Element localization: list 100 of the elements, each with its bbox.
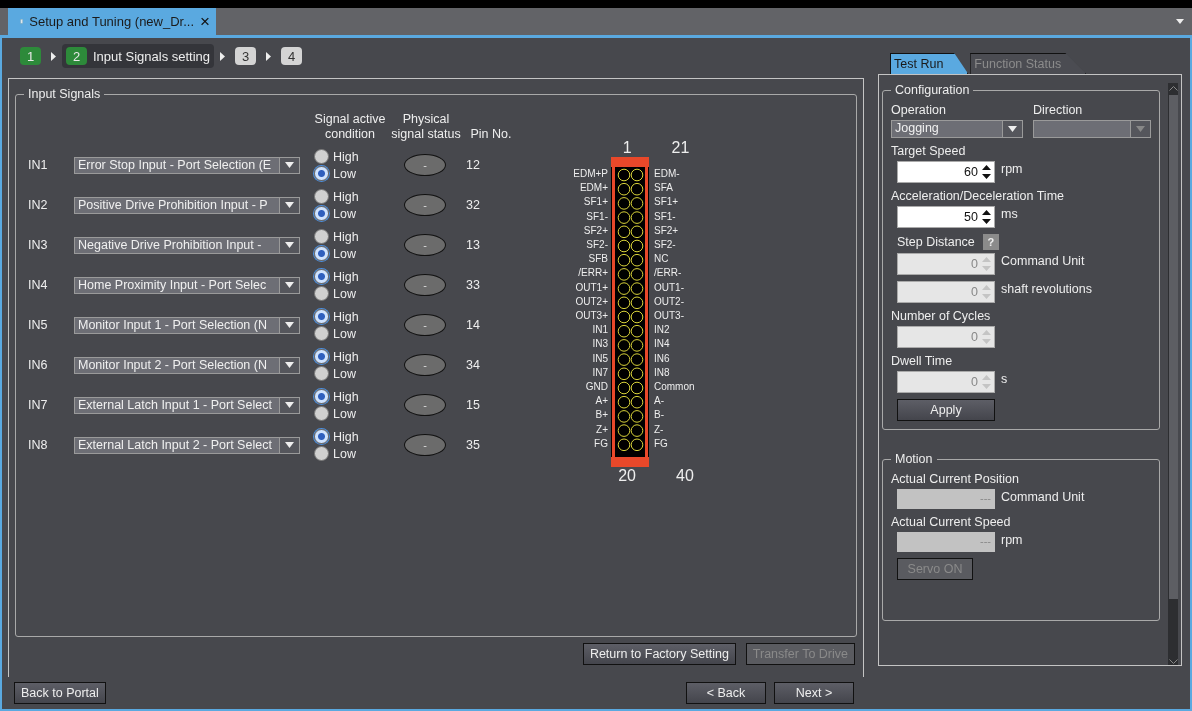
pin-label: IN6 xyxy=(654,351,670,366)
radio-button[interactable] xyxy=(314,429,329,444)
apply-button[interactable]: Apply xyxy=(897,399,995,421)
radio-button[interactable] xyxy=(314,366,329,381)
function-dropdown[interactable]: Monitor Input 1 - Port Selection (N xyxy=(74,316,300,334)
function-dropdown[interactable]: Negative Drive Prohibition Input - xyxy=(74,236,300,254)
radio-button[interactable] xyxy=(314,286,329,301)
unit-label: rpm xyxy=(1001,532,1023,548)
function-dropdown[interactable]: External Latch Input 1 - Port Select xyxy=(74,396,300,414)
step-arrow-icon xyxy=(266,51,272,61)
radio-option[interactable]: Low xyxy=(314,325,359,342)
action-button[interactable]: Return to Factory Setting xyxy=(582,643,736,665)
function-dropdown[interactable]: Error Stop Input - Port Selection (E xyxy=(74,156,300,174)
signal-name: IN6 xyxy=(28,358,48,372)
field-label: Step Distance xyxy=(897,235,975,249)
pin-label: A+ xyxy=(595,394,608,409)
radio-button[interactable] xyxy=(314,246,329,261)
radio-button[interactable] xyxy=(314,206,329,221)
nav-button[interactable]: < Back xyxy=(686,682,766,704)
radio-option[interactable]: High xyxy=(314,308,359,325)
dropdown[interactable]: Jogging xyxy=(891,120,1023,138)
caret-icon[interactable] xyxy=(1176,19,1184,24)
function-dropdown[interactable]: Positive Drive Prohibition Input - P xyxy=(74,196,300,214)
function-dropdown[interactable]: Monitor Input 2 - Port Selection (N xyxy=(74,356,300,374)
back-to-portal-button[interactable]: Back to Portal xyxy=(14,682,106,704)
radio-option[interactable]: Low xyxy=(314,405,359,422)
pin-number: 13 xyxy=(466,238,480,252)
radio-option[interactable]: High xyxy=(314,388,359,405)
document-tab[interactable]: Setup and Tuning (new_Dr... × xyxy=(8,8,216,35)
pin-label: NC xyxy=(654,252,669,267)
step-tab[interactable]: 2 Input Signals setting xyxy=(62,44,215,68)
radio-button[interactable] xyxy=(314,389,329,404)
radio-option[interactable]: High xyxy=(314,188,359,205)
field-label: Acceleration/Deceleration Time xyxy=(891,189,1064,203)
radio-button[interactable] xyxy=(314,189,329,204)
unit-label: ms xyxy=(1001,206,1018,222)
signal-name: IN2 xyxy=(28,198,48,212)
caret-icon xyxy=(285,322,294,328)
radio-option[interactable]: Low xyxy=(314,365,359,382)
unit-label: Command Unit xyxy=(1001,253,1085,269)
caret-icon xyxy=(1136,126,1145,132)
field-label: Actual Current Speed xyxy=(891,515,1012,529)
radio-button[interactable] xyxy=(314,269,329,284)
caret-icon xyxy=(285,282,294,288)
chevron-down-icon[interactable] xyxy=(1168,659,1178,665)
radio-option[interactable]: High xyxy=(314,228,359,245)
pin-label: Common xyxy=(654,380,695,395)
pin-label: OUT1+ xyxy=(575,280,608,295)
pin-label: SF2+ xyxy=(654,223,679,238)
field-label: Direction xyxy=(1033,103,1084,117)
radio-button[interactable] xyxy=(314,326,329,341)
pin-label: OUT2- xyxy=(654,294,684,309)
pin-label: SF2+ xyxy=(583,223,608,238)
radio-option[interactable]: Low xyxy=(314,165,359,182)
pin-label: SF1- xyxy=(654,209,676,224)
step-title: Input Signals setting xyxy=(93,48,211,64)
radio-button[interactable] xyxy=(314,309,329,324)
pin-label: EDM+P xyxy=(573,167,608,181)
radio-option[interactable]: Low xyxy=(314,245,359,262)
radio-button[interactable] xyxy=(314,149,329,164)
signal-status-indicator: - xyxy=(404,234,446,256)
panel-tab[interactable]: Test Run xyxy=(890,53,969,74)
function-dropdown[interactable]: External Latch Input 2 - Port Select xyxy=(74,436,300,454)
pin-label: IN2 xyxy=(654,323,670,338)
radio-option[interactable]: High xyxy=(314,148,359,165)
radio-button[interactable] xyxy=(314,229,329,244)
radio-option[interactable]: Low xyxy=(314,205,359,222)
pin-label: FG xyxy=(654,436,668,451)
number-field[interactable]: 60 xyxy=(897,161,995,183)
radio-option[interactable]: High xyxy=(314,428,359,445)
pin-label: IN1 xyxy=(592,323,608,338)
step-arrow-icon xyxy=(220,51,226,61)
radio-button[interactable] xyxy=(314,166,329,181)
column-header: Physical signal status xyxy=(390,111,462,144)
pin-label: B- xyxy=(654,408,664,423)
radio-option[interactable]: Low xyxy=(314,445,359,462)
unit-label: s xyxy=(1001,371,1008,387)
spin-arrows-icon[interactable] xyxy=(982,209,991,225)
pin-label: IN8 xyxy=(654,365,670,380)
pin-number: 33 xyxy=(466,278,480,292)
pin-index: 40 xyxy=(676,467,694,485)
field-label: Target Speed xyxy=(891,144,966,158)
radio-option[interactable]: High xyxy=(314,268,359,285)
radio-option[interactable]: Low xyxy=(314,285,359,302)
radio-button[interactable] xyxy=(314,406,329,421)
function-dropdown[interactable]: Home Proximity Input - Port Selec xyxy=(74,276,300,294)
nav-button[interactable]: Next > xyxy=(774,682,854,704)
radio-button[interactable] xyxy=(314,446,329,461)
signal-status-indicator: - xyxy=(404,274,446,296)
pin-label: A- xyxy=(654,394,664,409)
close-button[interactable]: × xyxy=(200,11,210,32)
radio-button[interactable] xyxy=(314,349,329,364)
radio-option[interactable]: High xyxy=(314,348,359,365)
pin-label: IN4 xyxy=(654,337,670,352)
field-label: Number of Cycles xyxy=(891,309,991,323)
spin-arrows-icon[interactable] xyxy=(982,164,991,180)
chevron-up-icon[interactable] xyxy=(1168,85,1178,91)
pin-label: OUT3+ xyxy=(575,309,608,324)
pin-label: SF2- xyxy=(654,238,676,252)
number-field[interactable]: 50 xyxy=(897,206,995,228)
